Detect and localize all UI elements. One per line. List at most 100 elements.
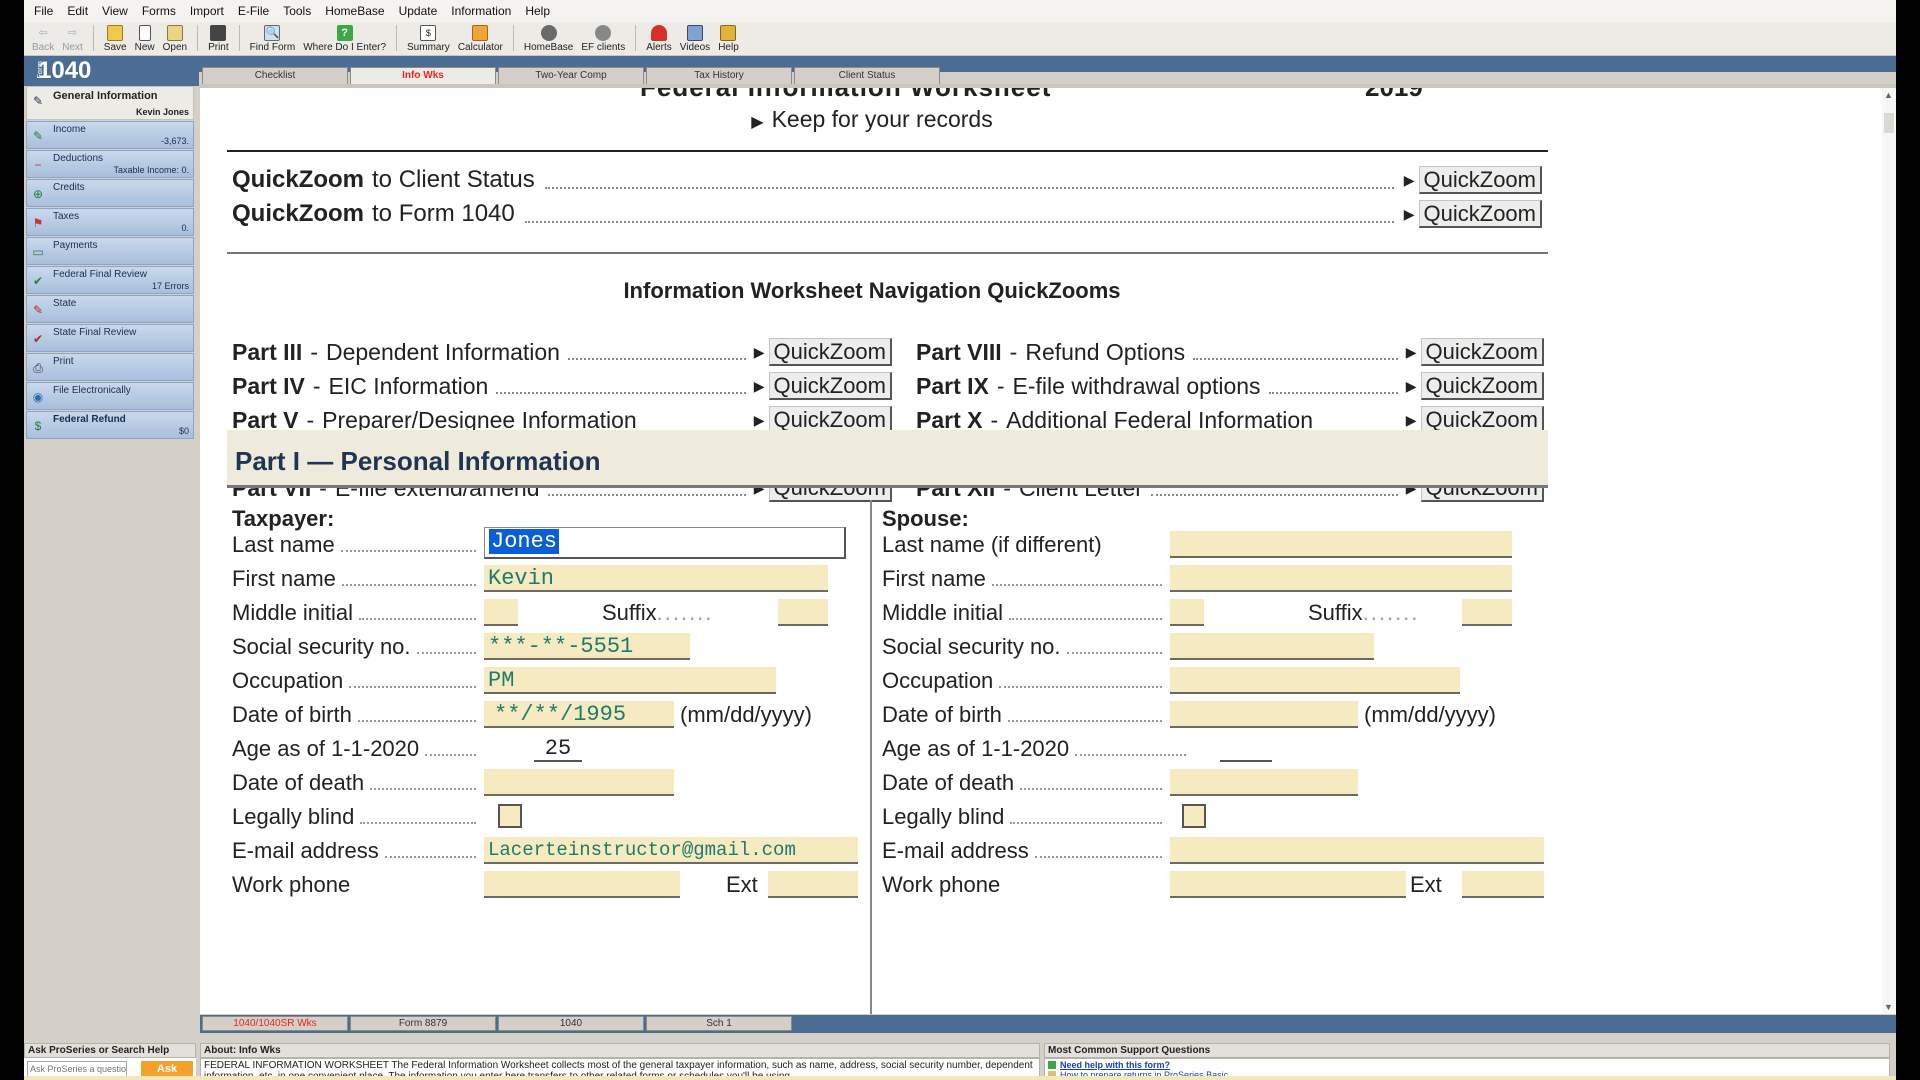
summary-button[interactable]: $ Summary <box>403 21 454 55</box>
taxpayer-middle-initial-label: Middle initial <box>232 599 482 627</box>
vertical-scrollbar[interactable]: ▲ ▼ <box>1882 88 1896 1014</box>
spouse-first-name-input[interactable] <box>1170 565 1512 592</box>
menu-file[interactable]: File <box>28 4 61 18</box>
help-question-icon <box>1048 1061 1056 1069</box>
spouse-ssn-input[interactable] <box>1170 633 1374 660</box>
where-do-i-enter-button[interactable]: ? Where Do I Enter? <box>299 21 390 55</box>
spouse-ext-input[interactable] <box>1462 871 1544 898</box>
next-button[interactable]: ⇨ Next <box>58 21 87 55</box>
divider <box>227 252 1548 254</box>
help-button[interactable]: Help <box>714 21 743 55</box>
spouse-email-input[interactable] <box>1170 837 1544 864</box>
spouse-legally-blind-checkbox[interactable] <box>1182 804 1206 828</box>
sidebar-item-payments[interactable]: ▭ Payments <box>26 237 194 265</box>
new-button[interactable]: New <box>131 21 159 55</box>
menu-edit[interactable]: Edit <box>61 4 96 18</box>
homebase-button[interactable]: HomeBase <box>520 21 577 55</box>
find-form-button[interactable]: 🔍 Find Form <box>246 21 300 55</box>
scroll-down-icon[interactable]: ▼ <box>1884 1002 1893 1012</box>
taxpayer-occupation-input[interactable]: PM <box>484 667 776 694</box>
save-button[interactable]: Save <box>100 21 131 55</box>
ask-proseries-title: Ask ProSeries or Search Help <box>24 1043 196 1058</box>
menu-information[interactable]: Information <box>445 4 519 18</box>
tab-two-year-comp[interactable]: Two-Year Comp <box>498 67 644 84</box>
quickzoom-client-status-button[interactable]: QuickZoom <box>1418 166 1542 194</box>
taxpayer-middle-initial-input[interactable] <box>484 599 518 626</box>
ask-button[interactable]: Ask <box>141 1061 193 1077</box>
support-questions-title: Most Common Support Questions <box>1044 1043 1890 1058</box>
spouse-ext-label: Ext <box>1410 872 1442 897</box>
scrollbar-thumb[interactable] <box>1884 113 1894 133</box>
sidebar-item-federal-refund[interactable]: $ Federal Refund $0 <box>26 411 194 439</box>
form-tab-1040-1040sr-wks[interactable]: 1040/1040SR Wks <box>202 1016 348 1031</box>
menu-import[interactable]: Import <box>184 4 232 18</box>
taxpayer-ext-input[interactable] <box>768 871 858 898</box>
quickzoom-part-viii-button[interactable]: QuickZoom <box>1420 338 1544 366</box>
menu-homebase[interactable]: HomeBase <box>319 4 392 18</box>
taxpayer-age-value: 25 <box>534 735 582 762</box>
taxpayer-email-input[interactable]: Lacerteinstructor@gmail.com <box>484 837 858 864</box>
spouse-dob-label: Date of birth <box>882 701 1168 729</box>
tab-checklist[interactable]: Checklist <box>202 67 348 84</box>
spouse-dob-input[interactable] <box>1170 701 1358 728</box>
quickzoom-part-iii-button[interactable]: QuickZoom <box>768 338 892 366</box>
taxpayer-first-name-input[interactable]: Kevin <box>484 565 828 592</box>
form-tab-form-8879[interactable]: Form 8879 <box>350 1016 496 1031</box>
tab-client-status[interactable]: Client Status <box>794 67 940 84</box>
menu-update[interactable]: Update <box>393 4 446 18</box>
sidebar-item-state[interactable]: ✎ State <box>26 295 194 323</box>
spouse-occupation-input[interactable] <box>1170 667 1460 694</box>
spouse-date-of-death-input[interactable] <box>1170 769 1358 796</box>
ef-clients-button[interactable]: EF clients <box>577 21 629 55</box>
taxpayer-email-label: E-mail address <box>232 837 482 865</box>
taxpayer-ssn-input[interactable]: ***-**-5551 <box>484 633 690 660</box>
tab-info-wks[interactable]: Info Wks <box>350 67 496 84</box>
menu-tools[interactable]: Tools <box>277 4 319 18</box>
tab-tax-history[interactable]: Tax History <box>646 67 792 84</box>
videos-button[interactable]: Videos <box>676 21 714 55</box>
quickzoom-part-ix-button[interactable]: QuickZoom <box>1420 372 1544 400</box>
part-iii-row: Part III - Dependent Information ▶ QuickZo… <box>232 338 892 366</box>
sidebar-item-income[interactable]: ✎ Income -3,673. <box>26 121 194 149</box>
sidebar-item-general-information[interactable]: ✎ General Information Kevin Jones <box>26 86 194 120</box>
taxpayer-suffix-input[interactable] <box>778 599 828 626</box>
spouse-date-of-death-label: Date of death <box>882 769 1168 797</box>
back-button[interactable]: ⇦ Back <box>28 21 58 55</box>
spouse-middle-initial-input[interactable] <box>1170 599 1204 626</box>
taxpayer-last-name-input[interactable]: Jones <box>484 527 846 559</box>
sidebar-item-taxes[interactable]: ⚑ Taxes 0. <box>26 208 194 236</box>
menu-help[interactable]: Help <box>519 4 558 18</box>
taxpayer-work-phone-input[interactable] <box>484 871 680 898</box>
scroll-up-icon[interactable]: ▲ <box>1884 90 1893 100</box>
taxpayer-dob-input[interactable]: **/**/1995 <box>484 701 674 728</box>
menu-forms[interactable]: Forms <box>136 4 184 18</box>
menu-efile[interactable]: E-File <box>232 4 277 18</box>
spouse-work-phone-input[interactable] <box>1170 871 1406 898</box>
taxpayer-date-of-death-input[interactable] <box>484 769 674 796</box>
sidebar-item-federal-final-review[interactable]: ✔ Federal Final Review 17 Errors <box>26 266 194 294</box>
ask-proseries-panel: Ask ProSeries or Search Help Ask <box>24 1043 196 1080</box>
find-form-icon: 🔍 <box>264 25 281 41</box>
taxpayer-legally-blind-checkbox[interactable] <box>498 804 522 828</box>
quickzoom-part-iv-button[interactable]: QuickZoom <box>768 372 892 400</box>
form-number: Form 1040 <box>24 56 199 86</box>
quickzoom-form-1040-button[interactable]: QuickZoom <box>1418 200 1542 228</box>
spouse-last-name-label: Last name (if different) <box>882 532 1102 557</box>
form-tab-sch-1[interactable]: Sch 1 <box>646 1016 792 1031</box>
menu-view[interactable]: View <box>96 4 136 18</box>
sidebar-item-print[interactable]: ⎙ Print <box>26 353 194 381</box>
open-button[interactable]: Open <box>159 21 191 55</box>
alerts-button[interactable]: Alerts <box>642 21 676 55</box>
form-tab-1040[interactable]: 1040 <box>498 1016 644 1031</box>
navigation-quickzooms-heading: Information Worksheet Navigation QuickZo… <box>623 278 1121 303</box>
sidebar-item-credits[interactable]: ⊕ Credits <box>26 179 194 207</box>
sidebar-item-state-final-review[interactable]: ✔ State Final Review <box>26 324 194 352</box>
sidebar-item-file-electronically[interactable]: ◉ File Electronically <box>26 382 194 410</box>
spouse-suffix-input[interactable] <box>1462 599 1512 626</box>
sidebar-item-deductions[interactable]: − Deductions Taxable Income: 0. <box>26 150 194 178</box>
print-button[interactable]: Print <box>204 21 233 55</box>
calculator-button[interactable]: Calculator <box>454 21 507 55</box>
support-link[interactable]: Need help with this form? <box>1048 1060 1886 1070</box>
spouse-last-name-input[interactable] <box>1170 531 1512 558</box>
ask-question-input[interactable] <box>27 1061 127 1077</box>
